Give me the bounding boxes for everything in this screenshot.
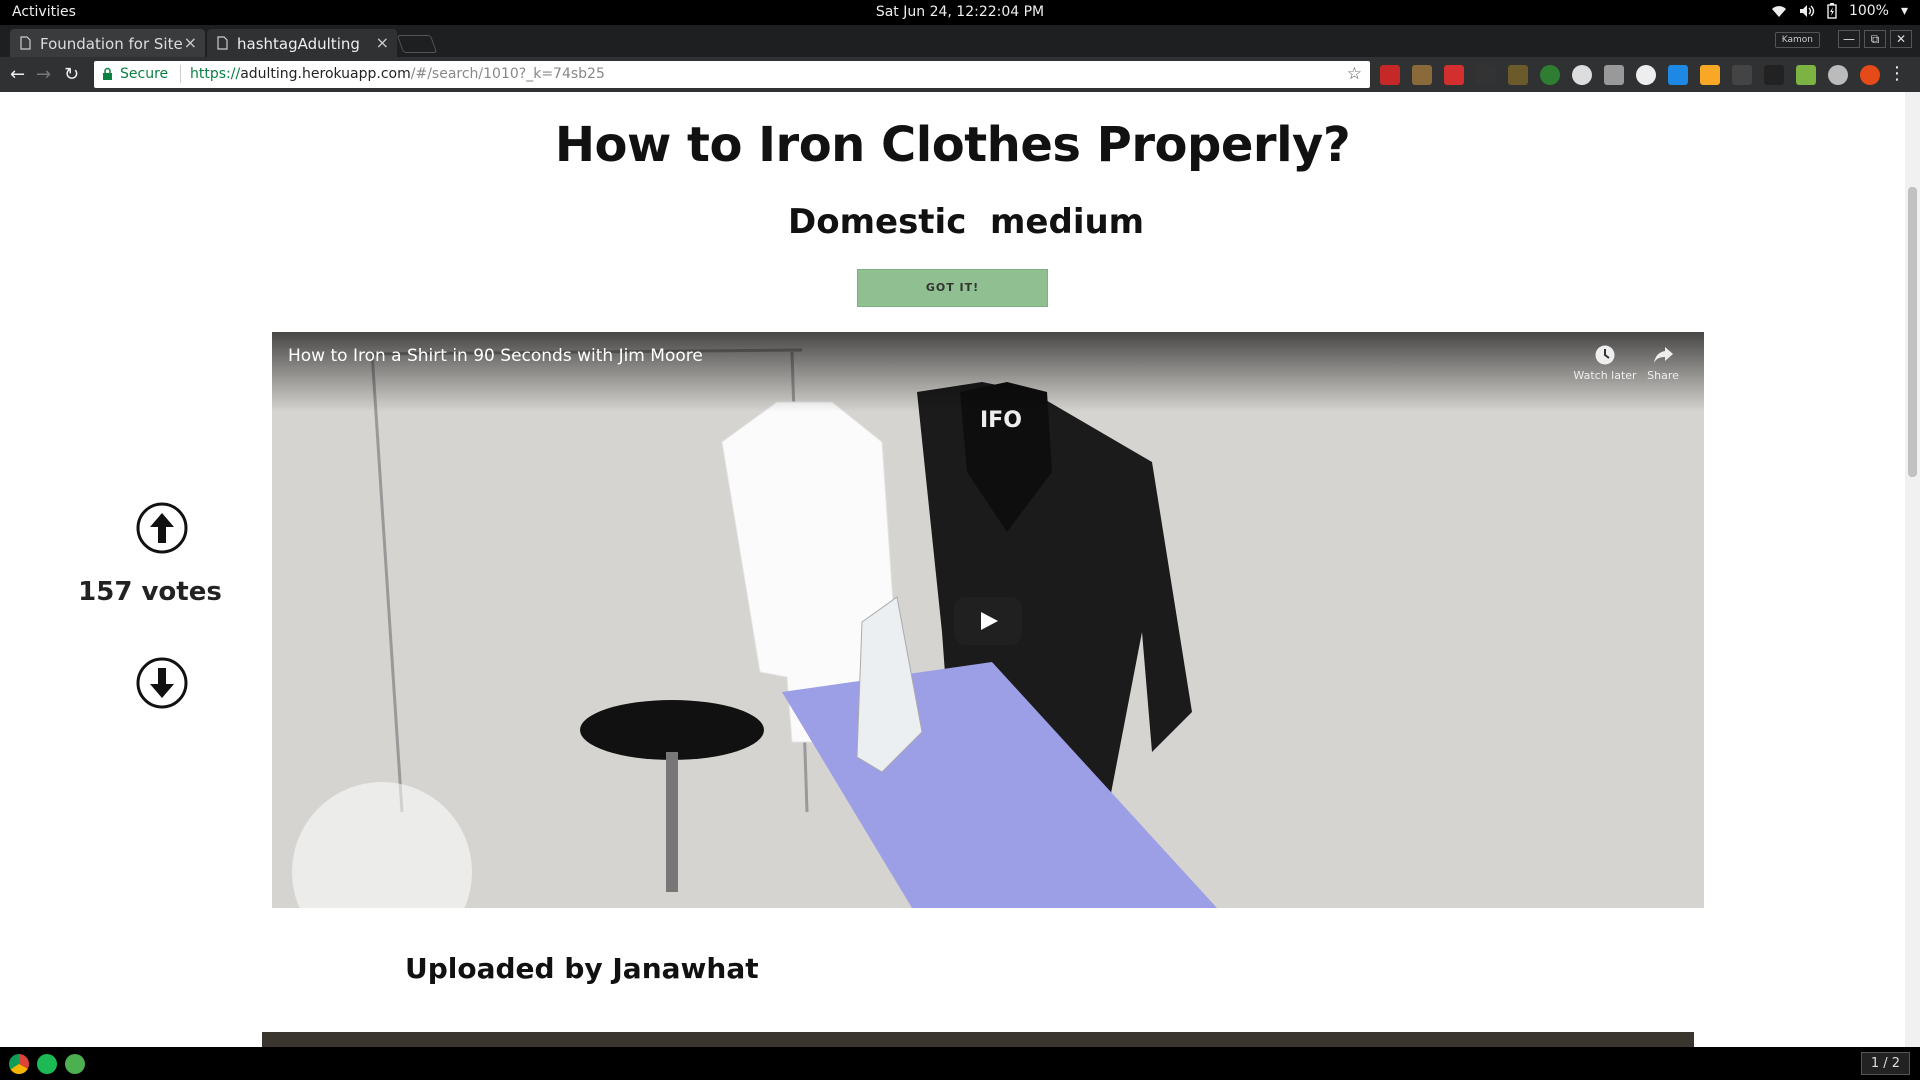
page-icon — [217, 36, 228, 50]
category-label: Domestic — [788, 202, 967, 242]
extension-icon[interactable] — [1444, 65, 1464, 85]
wifi-icon — [1771, 6, 1786, 17]
extension-icon[interactable] — [1764, 65, 1784, 85]
scrollbar[interactable] — [1905, 92, 1920, 1047]
extension-icon[interactable] — [1476, 65, 1496, 85]
reload-icon[interactable]: ↻ — [64, 64, 79, 85]
workspace-pager[interactable]: 1 / 2 — [1860, 1052, 1910, 1075]
lock-icon — [103, 67, 112, 80]
clock[interactable]: Sat Jun 24, 12:22:04 PM — [876, 4, 1044, 20]
profile-button[interactable]: Kamon — [1774, 32, 1820, 48]
system-tray[interactable]: 100% ▾ — [1771, 3, 1908, 19]
browser-menu-icon[interactable]: ⋮ — [1888, 63, 1906, 84]
extension-icons — [1380, 65, 1880, 85]
secure-label: Secure — [120, 66, 169, 82]
watch-later-label: Watch later — [1573, 369, 1637, 382]
video-title[interactable]: How to Iron a Shirt in 90 Seconds with J… — [288, 346, 703, 366]
divider — [180, 65, 181, 83]
difficulty-label: medium — [990, 202, 1145, 242]
back-arrow-icon[interactable]: ← — [10, 64, 25, 85]
tab-strip: Foundation for Site × hashtagAdulting × … — [0, 25, 1920, 57]
next-video-player[interactable] — [262, 1032, 1694, 1047]
extension-icon[interactable] — [1604, 65, 1624, 85]
spotify-app-icon[interactable] — [37, 1054, 57, 1074]
extension-icon[interactable] — [1700, 65, 1720, 85]
extension-icon[interactable] — [1412, 65, 1432, 85]
close-window-button[interactable]: ✕ — [1890, 30, 1912, 48]
extension-icon[interactable] — [1668, 65, 1688, 85]
close-tab-icon[interactable]: × — [184, 33, 197, 52]
got-it-button[interactable]: GOT IT! — [857, 269, 1048, 307]
extension-icon[interactable] — [1860, 65, 1880, 85]
minimize-button[interactable]: — — [1838, 30, 1860, 48]
tab-hashtagadulting[interactable]: hashtagAdulting × — [207, 29, 397, 57]
watch-later-button[interactable]: Watch later — [1570, 344, 1640, 382]
video-title-overlay — [272, 332, 1704, 412]
browser-toolbar: ← → ↻ Secure https://adulting.herokuapp.… — [0, 57, 1920, 92]
tab-title: hashtagAdulting — [237, 35, 360, 53]
video-player[interactable]: IFO How to Iron a Shirt in 90 Seconds wi… — [272, 332, 1704, 908]
play-button[interactable] — [954, 597, 1022, 645]
extension-icon[interactable] — [1732, 65, 1752, 85]
close-tab-icon[interactable]: × — [376, 33, 389, 52]
chrome-app-icon[interactable] — [9, 1054, 29, 1074]
scrollbar-thumb[interactable] — [1908, 187, 1917, 477]
address-bar[interactable]: Secure https://adulting.herokuapp.com/#/… — [94, 61, 1370, 88]
share-label: Share — [1647, 369, 1679, 382]
extension-icon[interactable] — [1508, 65, 1528, 85]
battery-percent: 100% — [1848, 3, 1889, 19]
share-button[interactable]: Share — [1638, 344, 1688, 382]
bookmark-star-icon[interactable]: ☆ — [1347, 64, 1362, 84]
system-top-bar: Activities Sat Jun 24, 12:22:04 PM 100% … — [0, 0, 1920, 25]
maximize-button[interactable]: ⧉ — [1864, 30, 1886, 48]
page-icon — [20, 36, 31, 50]
clock-icon — [1595, 345, 1615, 365]
extension-icon[interactable] — [1828, 65, 1848, 85]
downvote-arrow-icon[interactable] — [136, 657, 188, 709]
upvote-arrow-icon[interactable] — [136, 502, 188, 554]
battery-icon — [1827, 3, 1837, 19]
app-icon[interactable] — [65, 1054, 85, 1074]
play-icon — [981, 612, 998, 630]
volume-icon — [1799, 5, 1815, 17]
tab-foundation[interactable]: Foundation for Site × — [10, 29, 205, 57]
share-icon — [1654, 347, 1673, 363]
extension-icon[interactable] — [1540, 65, 1560, 85]
url-text[interactable]: https://adulting.herokuapp.com/#/search/… — [190, 66, 605, 82]
uploader-label: Uploaded by Janawhat — [405, 952, 759, 985]
page-title: How to Iron Clothes Properly? — [554, 117, 1351, 173]
taskbar: 1 / 2 — [0, 1047, 1920, 1080]
extension-icon[interactable] — [1636, 65, 1656, 85]
activities-button[interactable]: Activities — [12, 4, 76, 20]
extension-icon[interactable] — [1796, 65, 1816, 85]
extension-icon[interactable] — [1572, 65, 1592, 85]
chevron-down-icon: ▾ — [1900, 3, 1908, 19]
tab-title: Foundation for Site — [40, 35, 183, 53]
adblock-plus-icon[interactable] — [1380, 65, 1400, 85]
forward-arrow-icon[interactable]: → — [36, 64, 51, 85]
new-tab-button[interactable] — [396, 35, 438, 53]
web-page: How to Iron Clothes Properly? Domestic m… — [0, 92, 1920, 1047]
vote-count: 157 votes — [78, 577, 222, 607]
